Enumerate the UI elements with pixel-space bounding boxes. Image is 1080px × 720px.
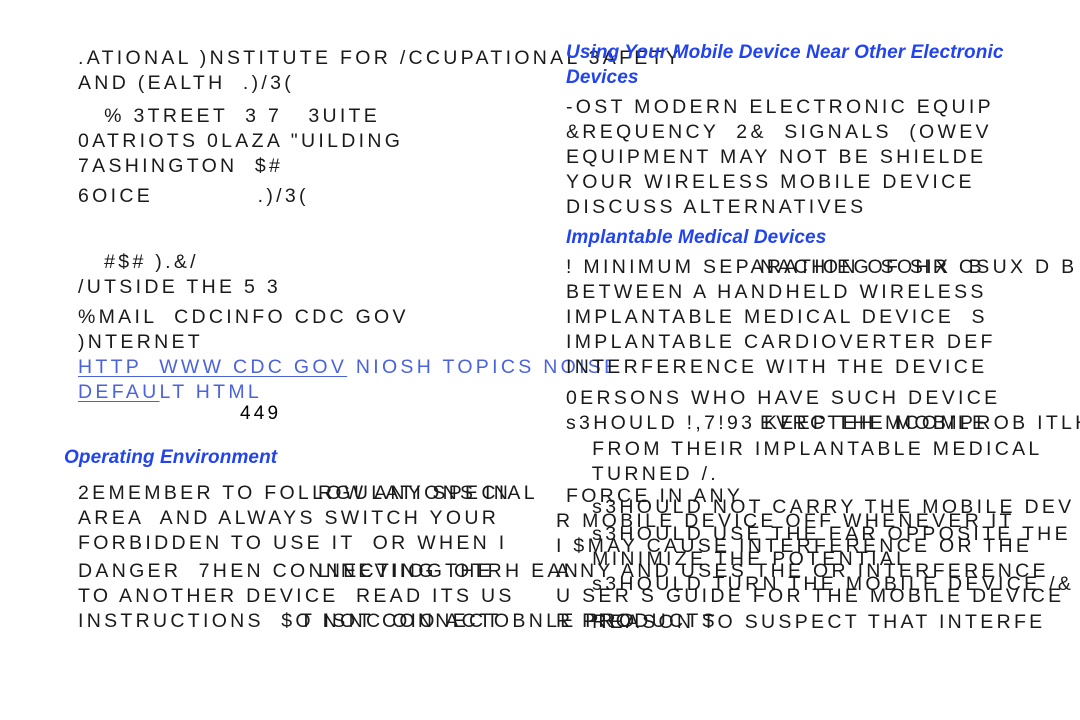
implantable-line-9: TURNED /. bbox=[566, 463, 720, 485]
niosh-line-2: AND (EALTH .)/3( bbox=[78, 72, 295, 94]
implantable-line-12: MINIMIZE THE POTENTIAL bbox=[566, 548, 911, 570]
heading-using-near-electronics-line1: Using Your Mobile Device Near Other Elec… bbox=[566, 42, 1004, 63]
niosh-url-link-line-2[interactable]: DEFAULT HTML bbox=[78, 380, 262, 405]
niosh-line-3: % 3TREET 3 7 3UITE bbox=[78, 105, 381, 127]
contact-line-1: #$# ).&/ bbox=[78, 251, 199, 273]
implantable-line-11: s3HOULD USE THE EAR OPPOSITE THE bbox=[566, 523, 1071, 545]
niosh-line-6: 6OICE .)/3( bbox=[78, 185, 309, 207]
heading-operating-environment: Operating Environment bbox=[64, 447, 278, 468]
electronics-line-3: EQUIPMENT MAY NOT BE SHIELDE bbox=[566, 146, 987, 168]
implantable-line-8: FROM THEIR IMPLANTABLE MEDICAL bbox=[566, 438, 1043, 460]
heading-implantable-medical-devices: Implantable Medical Devices bbox=[566, 227, 827, 248]
niosh-url-underlined-2[interactable]: DEFAU bbox=[78, 381, 160, 403]
implantable-overlay-1: NACHIEG SOHR CSUX D B bbox=[760, 256, 1078, 278]
operating-env-overlay-1: RGULATIONS IN bbox=[318, 482, 512, 504]
implantable-line-14: REASON TO SUSPECT THAT INTERFE bbox=[566, 611, 1046, 633]
implantable-line-5: INTERFERENCE WITH THE DEVICE bbox=[566, 356, 988, 378]
implantable-line-2: BETWEEN A HANDHELD WIRELESS bbox=[566, 281, 987, 303]
niosh-line-4: 0ATRIOTS 0LAZA "UILDING bbox=[78, 130, 404, 152]
contact-line-2: /UTSIDE THE 5 3 bbox=[78, 276, 282, 298]
contact-line-3: %MAIL CDCINFO CDC GOV bbox=[78, 306, 409, 328]
niosh-url-trailing-2[interactable]: LT HTML bbox=[160, 381, 263, 403]
niosh-url-link-line-1[interactable]: HTTP WWW CDC GOV NIOSH TOPICS NOISE bbox=[78, 355, 620, 380]
electronics-line-4: YOUR WIRELESS MOBILE DEVICE bbox=[566, 171, 975, 193]
contact-line-4: )NTERNET bbox=[78, 331, 203, 353]
operating-env-line-2: AREA AND ALWAYS SWITCH YOUR bbox=[78, 507, 500, 529]
implantable-line-10: s3HOULD NOT CARRY THE MOBILE DEV bbox=[566, 496, 1075, 518]
document-page: .ATIONAL )NSTITUTE FOR /CCUPATIONAL 3AFE… bbox=[0, 0, 1080, 720]
implantable-line-6: 0ERSONS WHO HAVE SUCH DEVICE bbox=[566, 387, 1001, 409]
electronics-line-1: -OST MODERN ELECTRONIC EQUIP bbox=[566, 96, 994, 118]
implantable-line-3: IMPLANTABLE MEDICAL DEVICE S bbox=[566, 306, 988, 328]
operating-env-line-3: FORBIDDEN TO USE IT OR WHEN I bbox=[78, 532, 508, 554]
electronics-line-2: &REQUENCY 2& SIGNALS (OWEV bbox=[566, 121, 992, 143]
electronics-line-5: DISCUSS ALTERNATIVES bbox=[566, 196, 867, 218]
implantable-line-13: s3HOULD TURN THE MOBILE DEVICE /& bbox=[566, 573, 1075, 595]
implantable-line-4: IMPLANTABLE CARDIOVERTER DEF bbox=[566, 331, 996, 353]
heading-using-near-electronics-line2: Devices bbox=[566, 67, 639, 88]
niosh-url-underlined[interactable]: HTTP WWW CDC GOV bbox=[78, 356, 347, 378]
page-number: 449 bbox=[240, 403, 282, 424]
operating-env-line-5: TO ANOTHER DEVICE READ ITS US bbox=[78, 585, 515, 607]
operating-env-overlay-4: LINEVIIOG OTRH EAN bbox=[318, 560, 582, 582]
niosh-line-5: 7ASHINGTON $# bbox=[78, 155, 284, 177]
implantable-overlay-2: EVRCTEH MCOMPROB ITLHEADNES bbox=[760, 412, 1080, 434]
